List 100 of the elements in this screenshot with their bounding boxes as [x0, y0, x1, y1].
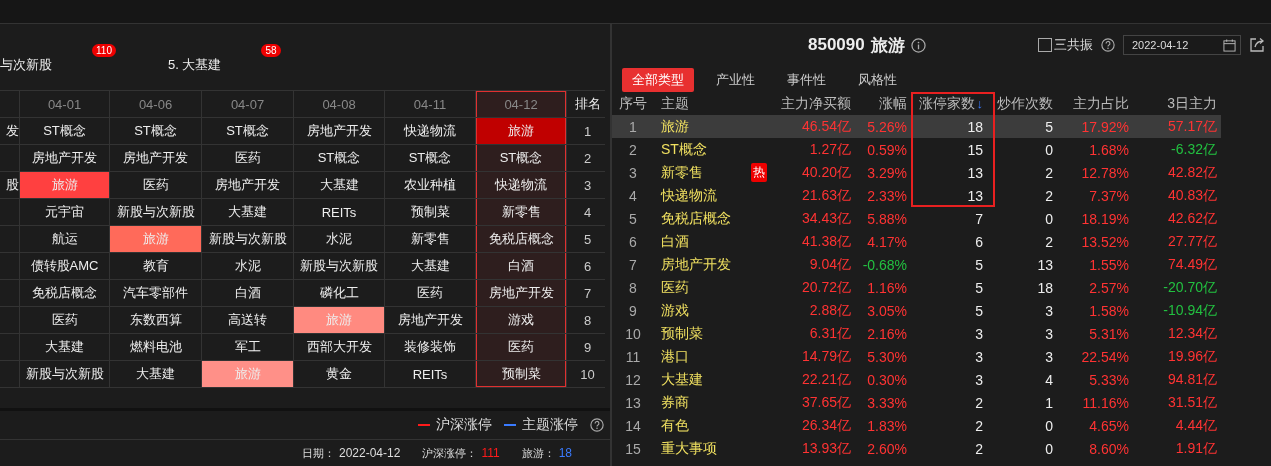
theme-cell[interactable]: 水泥	[294, 226, 384, 252]
column-header[interactable]: 主力净买额	[779, 92, 855, 115]
theme-name-cell[interactable]: 旅游	[654, 115, 739, 138]
theme-label[interactable]: 5. 大基建	[167, 56, 222, 74]
theme-name-cell[interactable]: 港口	[654, 345, 739, 368]
theme-name-cell[interactable]: 大基建	[654, 368, 739, 391]
theme-cell[interactable]: 大基建	[385, 253, 475, 279]
theme-cell[interactable]: 医药	[110, 172, 201, 198]
table-row[interactable]: 11 港口 14.79亿 5.30% 3 3 22.54% 19.96亿	[612, 345, 1221, 368]
theme-name-cell[interactable]: 白酒	[654, 230, 739, 253]
theme-cell[interactable]: 预制菜	[385, 199, 475, 225]
theme-cell[interactable]: ST概念	[294, 145, 384, 171]
theme-cell[interactable]: 房地产开发	[476, 280, 566, 306]
theme-name-cell[interactable]: 预制菜	[654, 322, 739, 345]
theme-cell[interactable]: 免税店概念	[20, 280, 109, 306]
theme-cell[interactable]: 西部大开发	[294, 334, 384, 360]
theme-cell[interactable]: 医药	[202, 145, 293, 171]
theme-cell[interactable]: ST概念	[476, 145, 566, 171]
theme-cell[interactable]: 高送转	[202, 307, 293, 333]
theme-cell[interactable]: 医药	[476, 334, 566, 360]
table-row[interactable]: 8 医药 20.72亿 1.16% 5 18 2.57% -20.70亿	[612, 276, 1221, 299]
help-icon[interactable]	[1101, 38, 1115, 52]
theme-cell[interactable]: 医药	[20, 307, 109, 333]
theme-label[interactable]: 与次新股	[0, 56, 52, 74]
theme-cell[interactable]: 白酒	[202, 280, 293, 306]
theme-name-cell[interactable]: ST概念	[654, 138, 739, 161]
theme-cell[interactable]: 预制菜	[476, 361, 566, 387]
column-header[interactable]: 序号	[612, 92, 654, 115]
theme-cell[interactable]: 房地产开发	[385, 307, 475, 333]
table-row[interactable]: 5 免税店概念 34.43亿 5.88% 7 0 18.19% 42.62亿	[612, 207, 1221, 230]
theme-cell[interactable]: 快递物流	[476, 172, 566, 198]
resonance-checkbox[interactable]: 三共振	[1038, 36, 1093, 54]
theme-cell[interactable]: REITs	[294, 199, 384, 225]
theme-cell[interactable]: 新股与次新股	[294, 253, 384, 279]
theme-cell[interactable]: ST概念	[20, 118, 109, 144]
theme-cell[interactable]: 装修装饰	[385, 334, 475, 360]
theme-cell[interactable]: 房地产开发	[110, 145, 201, 171]
theme-cell[interactable]: 旅游	[476, 118, 566, 144]
table-row[interactable]: 10 预制菜 6.31亿 2.16% 3 3 5.31% 12.34亿	[612, 322, 1221, 345]
table-row[interactable]: 3 新零售 热 40.20亿 3.29% 13 2 12.78% 42.82亿	[612, 161, 1221, 184]
theme-cell[interactable]: 新股与次新股	[20, 361, 109, 387]
date-header[interactable]: 04-12	[476, 91, 566, 117]
table-row[interactable]: 13 券商 37.65亿 3.33% 2 1 11.16% 31.51亿	[612, 391, 1221, 414]
theme-cell[interactable]: 水泥	[202, 253, 293, 279]
date-header[interactable]: 04-06	[110, 91, 201, 117]
theme-cell[interactable]: ST概念	[385, 145, 475, 171]
theme-cell[interactable]: ST概念	[110, 118, 201, 144]
date-header[interactable]: 04-07	[202, 91, 293, 117]
theme-cell[interactable]: 农业种植	[385, 172, 475, 198]
theme-cell[interactable]: 元宇宙	[20, 199, 109, 225]
category-tab[interactable]: 风格性	[848, 68, 907, 92]
info-icon[interactable]	[910, 37, 926, 53]
calendar-icon[interactable]	[1223, 38, 1236, 52]
theme-cell[interactable]: 大基建	[20, 334, 109, 360]
theme-cell[interactable]: 快递物流	[385, 118, 475, 144]
theme-cell[interactable]: 免税店概念	[476, 226, 566, 252]
category-tab[interactable]: 事件性	[777, 68, 836, 92]
theme-cell[interactable]: 医药	[385, 280, 475, 306]
category-tab[interactable]: 全部类型	[622, 68, 694, 92]
theme-name-cell[interactable]: 新零售	[654, 161, 739, 184]
column-header[interactable]: 炒作次数	[995, 92, 1057, 115]
theme-name-cell[interactable]: 免税店概念	[654, 207, 739, 230]
theme-cell[interactable]: 房地产开发	[20, 145, 109, 171]
theme-cell[interactable]: 新零售	[385, 226, 475, 252]
table-row[interactable]: 1 旅游 46.54亿 5.26% 18 5 17.92% 57.17亿	[612, 115, 1221, 138]
theme-cell[interactable]: 新股与次新股	[202, 226, 293, 252]
theme-cell[interactable]: 磷化工	[294, 280, 384, 306]
theme-cell[interactable]: 游戏	[476, 307, 566, 333]
export-icon[interactable]	[1249, 37, 1265, 53]
theme-cell[interactable]: 军工	[202, 334, 293, 360]
theme-cell[interactable]: REITs	[385, 361, 475, 387]
theme-name-cell[interactable]: 有色	[654, 414, 739, 437]
theme-name-cell[interactable]: 游戏	[654, 299, 739, 322]
table-row[interactable]: 9 游戏 2.88亿 3.05% 5 3 1.58% -10.94亿	[612, 299, 1221, 322]
date-header[interactable]: 04-08	[294, 91, 384, 117]
table-row[interactable]: 6 白酒 41.38亿 4.17% 6 2 13.52% 27.77亿	[612, 230, 1221, 253]
theme-name-cell[interactable]: 券商	[654, 391, 739, 414]
theme-name-cell[interactable]: 房地产开发	[654, 253, 739, 276]
theme-cell[interactable]: 教育	[110, 253, 201, 279]
theme-cell[interactable]: 汽车零部件	[110, 280, 201, 306]
column-header[interactable]: 主力占比	[1057, 92, 1133, 115]
column-header[interactable]: 主题	[654, 92, 739, 115]
theme-name-cell[interactable]: 医药	[654, 276, 739, 299]
theme-cell[interactable]: 航运	[20, 226, 109, 252]
date-header[interactable]: 04-01	[20, 91, 109, 117]
theme-cell[interactable]: 房地产开发	[294, 118, 384, 144]
table-row[interactable]: 14 有色 26.34亿 1.83% 2 0 4.65% 4.44亿	[612, 414, 1221, 437]
theme-cell[interactable]: 大基建	[294, 172, 384, 198]
theme-name-cell[interactable]: 重大事项	[654, 437, 739, 460]
theme-cell[interactable]: 东数西算	[110, 307, 201, 333]
sort-mark[interactable]: ↓	[976, 96, 983, 111]
theme-cell[interactable]: 黄金	[294, 361, 384, 387]
help-icon[interactable]	[590, 418, 604, 432]
table-row[interactable]: 2 ST概念 1.27亿 0.59% 15 0 1.68% -6.32亿	[612, 138, 1221, 161]
column-header[interactable]: 涨幅	[855, 92, 911, 115]
theme-cell[interactable]: 新零售	[476, 199, 566, 225]
column-header[interactable]: 涨停家数↓	[911, 92, 995, 115]
theme-cell[interactable]: ST概念	[202, 118, 293, 144]
theme-cell[interactable]: 燃料电池	[110, 334, 201, 360]
theme-cell[interactable]: 新股与次新股	[110, 199, 201, 225]
